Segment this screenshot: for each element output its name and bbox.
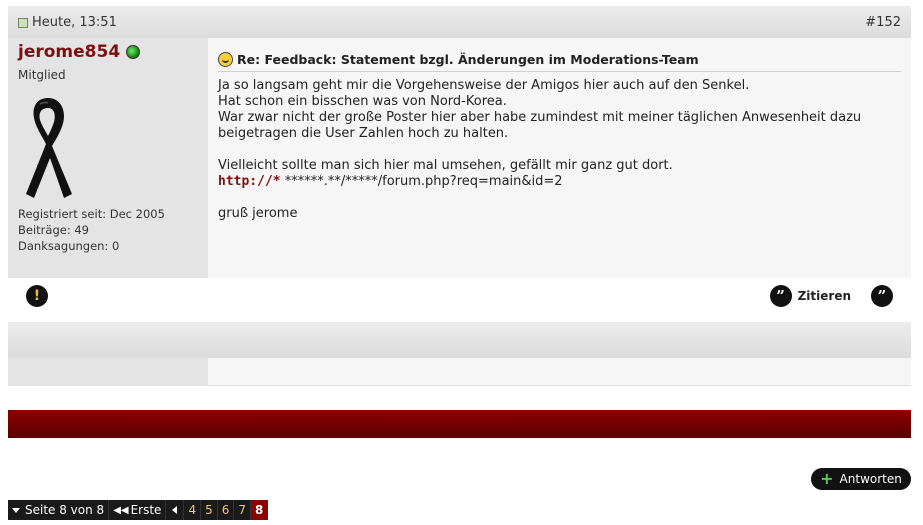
message-line: Ja so langsam geht mir die Vorgehensweis…: [218, 78, 750, 93]
user-posts: Beiträge: 49: [18, 223, 89, 237]
quote-button[interactable]: Zitieren: [798, 289, 851, 303]
post-title-row: Re: Feedback: Statement bzgl. Änderungen…: [218, 52, 901, 72]
placeholder-user-panel: [8, 358, 208, 385]
message-link[interactable]: http://*: [218, 174, 281, 189]
placeholder-content: [208, 358, 911, 385]
user-thanks: Danksagungen: 0: [18, 239, 120, 253]
post-number-link[interactable]: #152: [865, 15, 901, 30]
message-line: War zwar nicht der große Poster hier abe…: [218, 110, 862, 125]
online-status-icon: [126, 45, 141, 59]
quote-icon[interactable]: ”: [769, 285, 792, 307]
avatar[interactable]: [18, 94, 78, 202]
message-line: beigetragen die User Zahlen hoch zu halt…: [218, 126, 509, 141]
page-link[interactable]: 7: [234, 500, 251, 520]
message-signoff: gruß jerome: [218, 206, 298, 221]
post-date-group: Heute, 13:51: [18, 15, 117, 30]
message-link-text: ******.**/*****/forum.php?req=main&id=2: [280, 174, 563, 189]
page-jump-dropdown[interactable]: Seite 8 von 8: [8, 500, 110, 520]
placeholder-post-body: [8, 358, 911, 386]
placeholder-post-header: [8, 322, 911, 358]
current-page: 8: [251, 500, 269, 520]
left-arrow-icon: [172, 506, 178, 514]
post-title: Re: Feedback: Statement bzgl. Änderungen…: [237, 52, 699, 67]
post-date: Heute, 13:51: [32, 14, 117, 30]
multi-quote-icon[interactable]: ”: [871, 285, 893, 307]
user-title: Mitglied: [18, 68, 66, 82]
chevron-down-icon: [12, 507, 20, 513]
reply-button[interactable]: + Antworten: [811, 468, 911, 490]
user-registered: Registriert seit: Dec 2005: [18, 207, 165, 221]
page-link[interactable]: 4: [184, 500, 202, 520]
message-line: Hat schon ein bisschen was von Nord-Kore…: [218, 94, 507, 109]
post-message: Ja so langsam geht mir die Vorgehensweis…: [218, 78, 901, 222]
username-row: jerome854: [18, 42, 198, 62]
post-status-icon: [18, 18, 28, 28]
plus-icon: +: [820, 469, 834, 488]
post-header: Heute, 13:51 #152: [8, 6, 911, 38]
username-link[interactable]: jerome854: [18, 42, 120, 62]
report-icon[interactable]: !: [26, 285, 48, 307]
post-content: Re: Feedback: Statement bzgl. Änderungen…: [208, 38, 911, 278]
first-page-button[interactable]: ◀◀ Erste: [109, 500, 167, 520]
thread-footer-bar: [8, 410, 911, 438]
reply-label: Antworten: [839, 472, 902, 486]
message-line: Vielleicht sollte man sich hier mal umse…: [218, 158, 673, 173]
post-footer: ! ” Zitieren ”: [8, 278, 911, 314]
prev-page-button[interactable]: [166, 500, 185, 520]
smiley-icon: [218, 52, 233, 67]
page-link[interactable]: 6: [218, 500, 235, 520]
post-actions: ” Zitieren ”: [769, 285, 893, 307]
page-link[interactable]: 5: [201, 500, 218, 520]
pagination: Seite 8 von 8 ◀◀ Erste 4 5 6 7 8: [8, 500, 269, 520]
post-body: jerome854 Mitglied Registriert seit: Dec…: [8, 38, 911, 278]
user-stats: Registriert seit: Dec 2005 Beiträge: 49 …: [18, 206, 165, 254]
message-link-line: http://* ******.**/*****/forum.php?req=m…: [218, 174, 901, 190]
double-left-icon: ◀◀: [113, 504, 129, 516]
user-info-panel: jerome854 Mitglied Registriert seit: Dec…: [8, 38, 208, 278]
first-page-label: Erste: [130, 503, 162, 517]
page-label: Seite 8 von 8: [25, 503, 105, 517]
